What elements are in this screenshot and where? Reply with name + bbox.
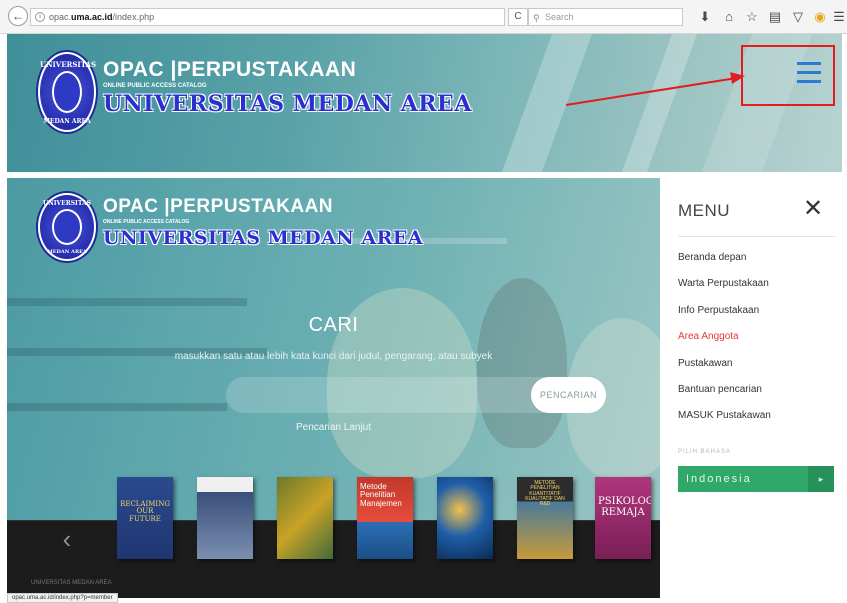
opac-subtitle: ONLINE PUBLIC ACCESS CATALOG (103, 219, 190, 225)
language-label: PILIH BAHASA (678, 449, 732, 455)
university-name: UNIVERSITAS MEDAN AREA (103, 91, 472, 117)
university-seal-logo: UNIVERSITAS MEDAN AREA (38, 193, 96, 261)
menu-item-area-anggota[interactable]: Area Anggota (678, 331, 739, 342)
opac-title: OPAC |PERPUSTAKAAN (103, 196, 334, 217)
annotation-highlight-box (741, 45, 835, 106)
menu-item-bantuan[interactable]: Bantuan pencarian (678, 384, 762, 395)
book-cover[interactable]: Metode Penelitian Manajemen (357, 477, 413, 559)
opac-subtitle: ONLINE PUBLIC ACCESS CATALOG (103, 83, 207, 89)
book-cover[interactable] (197, 477, 253, 559)
pocket-icon[interactable]: ▽ (790, 8, 806, 26)
book-title: PSIKOLOGI REMAJA (598, 496, 651, 518)
site-footer-text: UNIVERSITAS MEDAN AREA (31, 580, 112, 586)
close-icon[interactable]: ✕ (802, 196, 824, 222)
search-hint: masukkan satu atau lebih kata kunci dari… (174, 351, 493, 362)
language-value: Indonesia (686, 473, 752, 485)
seal-bottom-text: MEDAN AREA (43, 118, 91, 125)
annotation-arrow-head (730, 69, 746, 85)
chevron-right-icon: ▸ (808, 466, 834, 492)
book-title: METODE PENELITIAN KUANTITATIF KUALITATIF… (525, 480, 565, 507)
info-icon[interactable]: i (35, 12, 45, 22)
back-button[interactable]: ← (8, 6, 28, 26)
browser-search-input[interactable]: ⚲ Search (528, 8, 683, 26)
carousel-prev-icon[interactable]: ‹ (58, 524, 76, 554)
browser-menu-icon[interactable]: ☰ (832, 8, 846, 26)
book-cover[interactable]: PSIKOLOGI REMAJA (595, 477, 651, 559)
home-icon[interactable]: ⌂ (721, 8, 737, 26)
book-title: RECLAIMING OUR FUTURE (120, 500, 170, 523)
book-title: Metode Penelitian Manajemen (360, 482, 402, 508)
book-cover[interactable] (277, 477, 333, 559)
menu-item-warta[interactable]: Warta Perpustakaan (678, 278, 769, 289)
url-domain: uma.ac.id (71, 12, 113, 22)
bookshelf-line (7, 403, 227, 411)
seal-bottom-text: MEDAN AREA (47, 249, 87, 255)
reload-button[interactable]: C (508, 8, 528, 26)
university-seal-logo: UNIVERSITAS MEDAN AREA (38, 52, 96, 132)
url-path: /index.php (112, 12, 155, 22)
search-icon: ⚲ (533, 13, 540, 23)
book-cover[interactable] (437, 477, 493, 559)
status-bar-url: opac.uma.ac.id/index.php?p=member (7, 593, 118, 603)
book-cover[interactable]: METODE PENELITIAN KUANTITATIF KUALITATIF… (517, 477, 573, 559)
menu-item-beranda[interactable]: Beranda depan (678, 252, 746, 263)
browser-toolbar: ← i opac.uma.ac.id/index.php C ⚲ Search … (0, 0, 847, 34)
menu-divider (678, 236, 836, 237)
menu-item-info[interactable]: Info Perpustakaan (678, 305, 759, 316)
decorative-stripe (621, 34, 698, 172)
download-icon[interactable]: ⬇ (697, 8, 713, 26)
bookmark-star-icon[interactable]: ☆ (744, 8, 760, 26)
brand-block: OPAC |PERPUSTAKAAN ONLINE PUBLIC ACCESS … (103, 196, 423, 249)
shield-icon[interactable]: ◉ (812, 8, 828, 26)
advanced-search-link[interactable]: Pencarian Lanjut (7, 422, 660, 433)
language-select[interactable]: Indonesia ▸ (678, 466, 834, 492)
university-name: UNIVERSITAS MEDAN AREA (103, 227, 424, 249)
reading-list-icon[interactable]: ▤ (767, 8, 783, 26)
seal-inner (51, 70, 83, 114)
seal-inner (51, 209, 83, 245)
seal-top-text: UNIVERSITAS (42, 200, 91, 207)
bookshelf-line (7, 298, 247, 306)
menu-item-pustakawan[interactable]: Pustakawan (678, 358, 732, 369)
catalog-search-input[interactable] (226, 377, 526, 413)
url-prefix: opac. (49, 12, 72, 22)
opac-title: OPAC |PERPUSTAKAAN (103, 58, 357, 81)
search-heading: CARI (308, 314, 359, 336)
seal-top-text: UNIVERSITAS (40, 60, 97, 69)
brand-block: OPAC |PERPUSTAKAAN ONLINE PUBLIC ACCESS … (103, 58, 472, 117)
menu-item-masuk[interactable]: MASUK Pustakawan (678, 410, 771, 421)
address-bar[interactable]: i opac.uma.ac.id/index.php (30, 8, 505, 26)
book-cover[interactable]: RECLAIMING OUR FUTURE (117, 477, 173, 559)
browser-search-placeholder: Search (545, 12, 574, 22)
site-hero: UNIVERSITAS MEDAN AREA OPAC |PERPUSTAKAA… (7, 178, 660, 598)
side-menu-panel: MENU ✕ Beranda depan Warta Perpustakaan … (660, 178, 842, 598)
search-button[interactable]: PENCARIAN (531, 377, 606, 413)
menu-title: MENU (678, 201, 731, 220)
